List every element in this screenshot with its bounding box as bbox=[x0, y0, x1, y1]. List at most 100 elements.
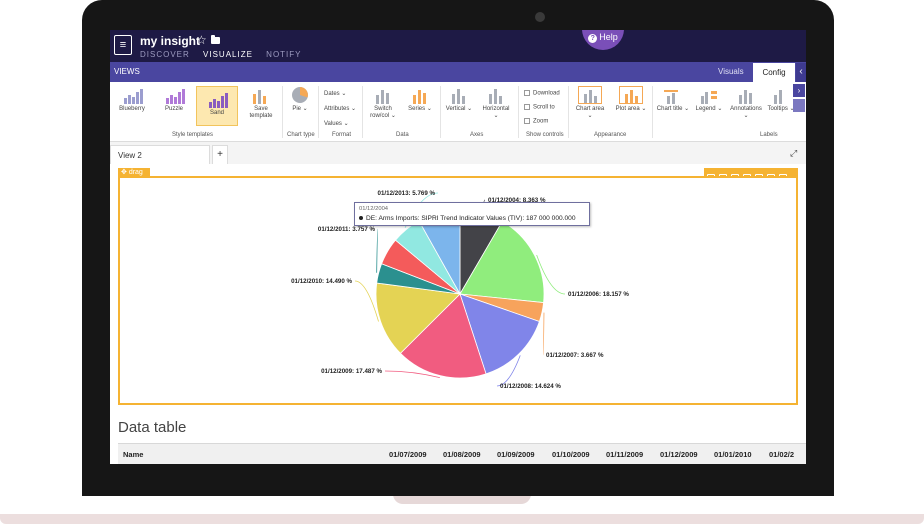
ribbon-divider bbox=[652, 86, 653, 138]
annotations-button[interactable]: Annotations ⌄ bbox=[728, 86, 764, 120]
scroll-to-checkbox[interactable]: Scroll to bbox=[524, 104, 555, 111]
annotations-icon bbox=[734, 86, 758, 104]
template-sand-label: Sand bbox=[209, 110, 224, 116]
column-header[interactable]: 01/01/2010 bbox=[714, 450, 752, 459]
tooltips-icon bbox=[769, 86, 793, 104]
nav-visualize[interactable]: VISUALIZE bbox=[203, 50, 253, 59]
group-style-templates: Style templates bbox=[172, 132, 214, 138]
plot-area-label: Plot area bbox=[615, 106, 640, 112]
horizontal-axis-button[interactable]: Horizontal ⌄ bbox=[480, 86, 512, 120]
horizontal-axis-icon bbox=[484, 86, 508, 104]
column-header[interactable]: 01/09/2009 bbox=[497, 450, 535, 459]
tab-visuals[interactable]: Visuals bbox=[718, 67, 744, 76]
save-template-button[interactable]: Save template bbox=[246, 86, 276, 120]
app-screen: ≡ my insight ☆ DISCOVER VISUALIZE NOTIFY… bbox=[110, 30, 806, 464]
template-blueberry-button[interactable]: Blueberry bbox=[116, 86, 148, 122]
tooltip-date: 01/12/2004 bbox=[359, 206, 389, 212]
column-header[interactable]: 01/08/2009 bbox=[443, 450, 481, 459]
pie-label-connector bbox=[354, 280, 379, 322]
drag-label: drag bbox=[128, 169, 143, 176]
chart-title-icon bbox=[661, 86, 685, 104]
help-label: Help bbox=[599, 32, 618, 42]
tab-view-2[interactable]: View 2 bbox=[110, 145, 210, 164]
legend-button[interactable]: Legend ⌄ bbox=[694, 86, 724, 113]
pie-data-label: 01/12/2007: 3.667 % bbox=[546, 352, 604, 359]
views-title: VIEWS bbox=[114, 67, 140, 76]
chevron-down-icon: ⌄ bbox=[300, 106, 308, 112]
checkbox-icon bbox=[524, 90, 530, 96]
bar-chart-icon bbox=[120, 86, 144, 104]
tooltips-button[interactable]: Tooltips ⌄ bbox=[766, 86, 796, 113]
column-header[interactable]: Name bbox=[123, 450, 143, 459]
vertical-axis-icon bbox=[447, 86, 471, 104]
folder-icon[interactable] bbox=[211, 35, 220, 44]
tab-config[interactable]: Config bbox=[753, 63, 795, 82]
view-tabs: View 2 + ⤢ bbox=[110, 142, 806, 164]
template-puzzle-label: Puzzle bbox=[164, 106, 183, 112]
format-attributes-label: Attributes bbox=[324, 106, 350, 112]
star-icon[interactable]: ☆ bbox=[196, 33, 207, 47]
chart-type-pie-button[interactable]: Pie ⌄ bbox=[286, 86, 314, 113]
ribbon-divider bbox=[362, 86, 363, 138]
ribbon-scroll-indicator bbox=[793, 99, 805, 112]
nav-notify[interactable]: NOTIFY bbox=[266, 50, 301, 59]
download-checkbox[interactable]: Download bbox=[524, 90, 560, 97]
menu-icon[interactable]: ≡ bbox=[114, 35, 132, 55]
format-attributes-menu[interactable]: Attributes ⌄ bbox=[324, 105, 356, 112]
scroll-to-label: Scroll to bbox=[533, 104, 555, 111]
switch-row-col-button[interactable]: Switch row/col ⌄ bbox=[366, 86, 400, 120]
switch-icon bbox=[371, 86, 395, 104]
plot-area-icon bbox=[619, 86, 643, 104]
data-table-title: Data table bbox=[118, 419, 187, 436]
series-icon bbox=[408, 86, 432, 104]
format-dates-menu[interactable]: Dates ⌄ bbox=[324, 90, 346, 97]
group-format: Format bbox=[332, 132, 352, 138]
pie-data-label: 01/12/2006: 18.157 % bbox=[568, 291, 629, 298]
chart-area-icon bbox=[578, 86, 602, 104]
group-data: Data bbox=[396, 132, 409, 138]
chart-title-button[interactable]: Chart title ⌄ bbox=[656, 86, 690, 113]
annotations-label: Annotations bbox=[730, 106, 762, 112]
ribbon-divider bbox=[440, 86, 441, 138]
app-header: ≡ my insight ☆ DISCOVER VISUALIZE NOTIFY… bbox=[110, 30, 806, 62]
column-header[interactable]: 01/07/2009 bbox=[389, 450, 427, 459]
chart-type-label: Pie bbox=[292, 106, 301, 112]
template-sand-button[interactable]: Sand bbox=[196, 86, 238, 126]
template-puzzle-button[interactable]: Puzzle bbox=[158, 86, 190, 122]
help-button[interactable]: ? Help bbox=[582, 30, 624, 50]
zoom-checkbox[interactable]: Zoom bbox=[524, 118, 548, 125]
bar-chart-icon bbox=[162, 86, 186, 104]
format-dates-label: Dates bbox=[324, 91, 340, 97]
nav-discover[interactable]: DISCOVER bbox=[140, 50, 190, 59]
plot-area-button[interactable]: Plot area ⌄ bbox=[614, 86, 648, 113]
vertical-axis-button[interactable]: Vertical ⌄ bbox=[444, 86, 474, 113]
camera-icon bbox=[535, 12, 545, 22]
tooltips-label: Tooltips bbox=[767, 106, 788, 112]
format-values-label: Values bbox=[324, 121, 342, 127]
chevron-left-icon[interactable]: ‹ bbox=[796, 63, 806, 82]
vertical-axis-label: Vertical bbox=[445, 106, 466, 112]
app-title: my insight bbox=[140, 34, 201, 48]
ribbon-divider bbox=[282, 86, 283, 138]
format-values-menu[interactable]: Values ⌄ bbox=[324, 120, 349, 127]
series-label: Series bbox=[408, 106, 426, 112]
ribbon-divider bbox=[318, 86, 319, 138]
column-header[interactable]: 01/10/2009 bbox=[552, 450, 590, 459]
chevron-right-icon[interactable]: › bbox=[793, 84, 805, 97]
column-header[interactable]: 01/11/2009 bbox=[606, 450, 643, 459]
zoom-label: Zoom bbox=[533, 118, 549, 125]
column-header[interactable]: 01/12/2009 bbox=[660, 450, 698, 459]
download-label: Download bbox=[533, 90, 560, 97]
add-view-button[interactable]: + bbox=[212, 145, 228, 164]
views-bar: VIEWS Visuals Config ‹ bbox=[110, 62, 806, 82]
chart-tooltip: 01/12/2004 DE: Arms Imports: SIPRI Trend… bbox=[354, 202, 590, 226]
pie-data-label: 01/12/2013: 5.769 % bbox=[378, 190, 436, 197]
switch-label: Switch row/col bbox=[370, 106, 392, 119]
pie-chart-icon bbox=[288, 86, 312, 104]
column-header[interactable]: 01/02/2 bbox=[769, 450, 794, 459]
checkbox-icon bbox=[524, 104, 530, 110]
chart-area-button[interactable]: Chart area ⌄ bbox=[572, 86, 608, 120]
series-button[interactable]: Series ⌄ bbox=[406, 86, 434, 113]
horizontal-axis-label: Horizontal bbox=[482, 106, 510, 112]
expand-icon[interactable]: ⤢ bbox=[790, 148, 797, 159]
